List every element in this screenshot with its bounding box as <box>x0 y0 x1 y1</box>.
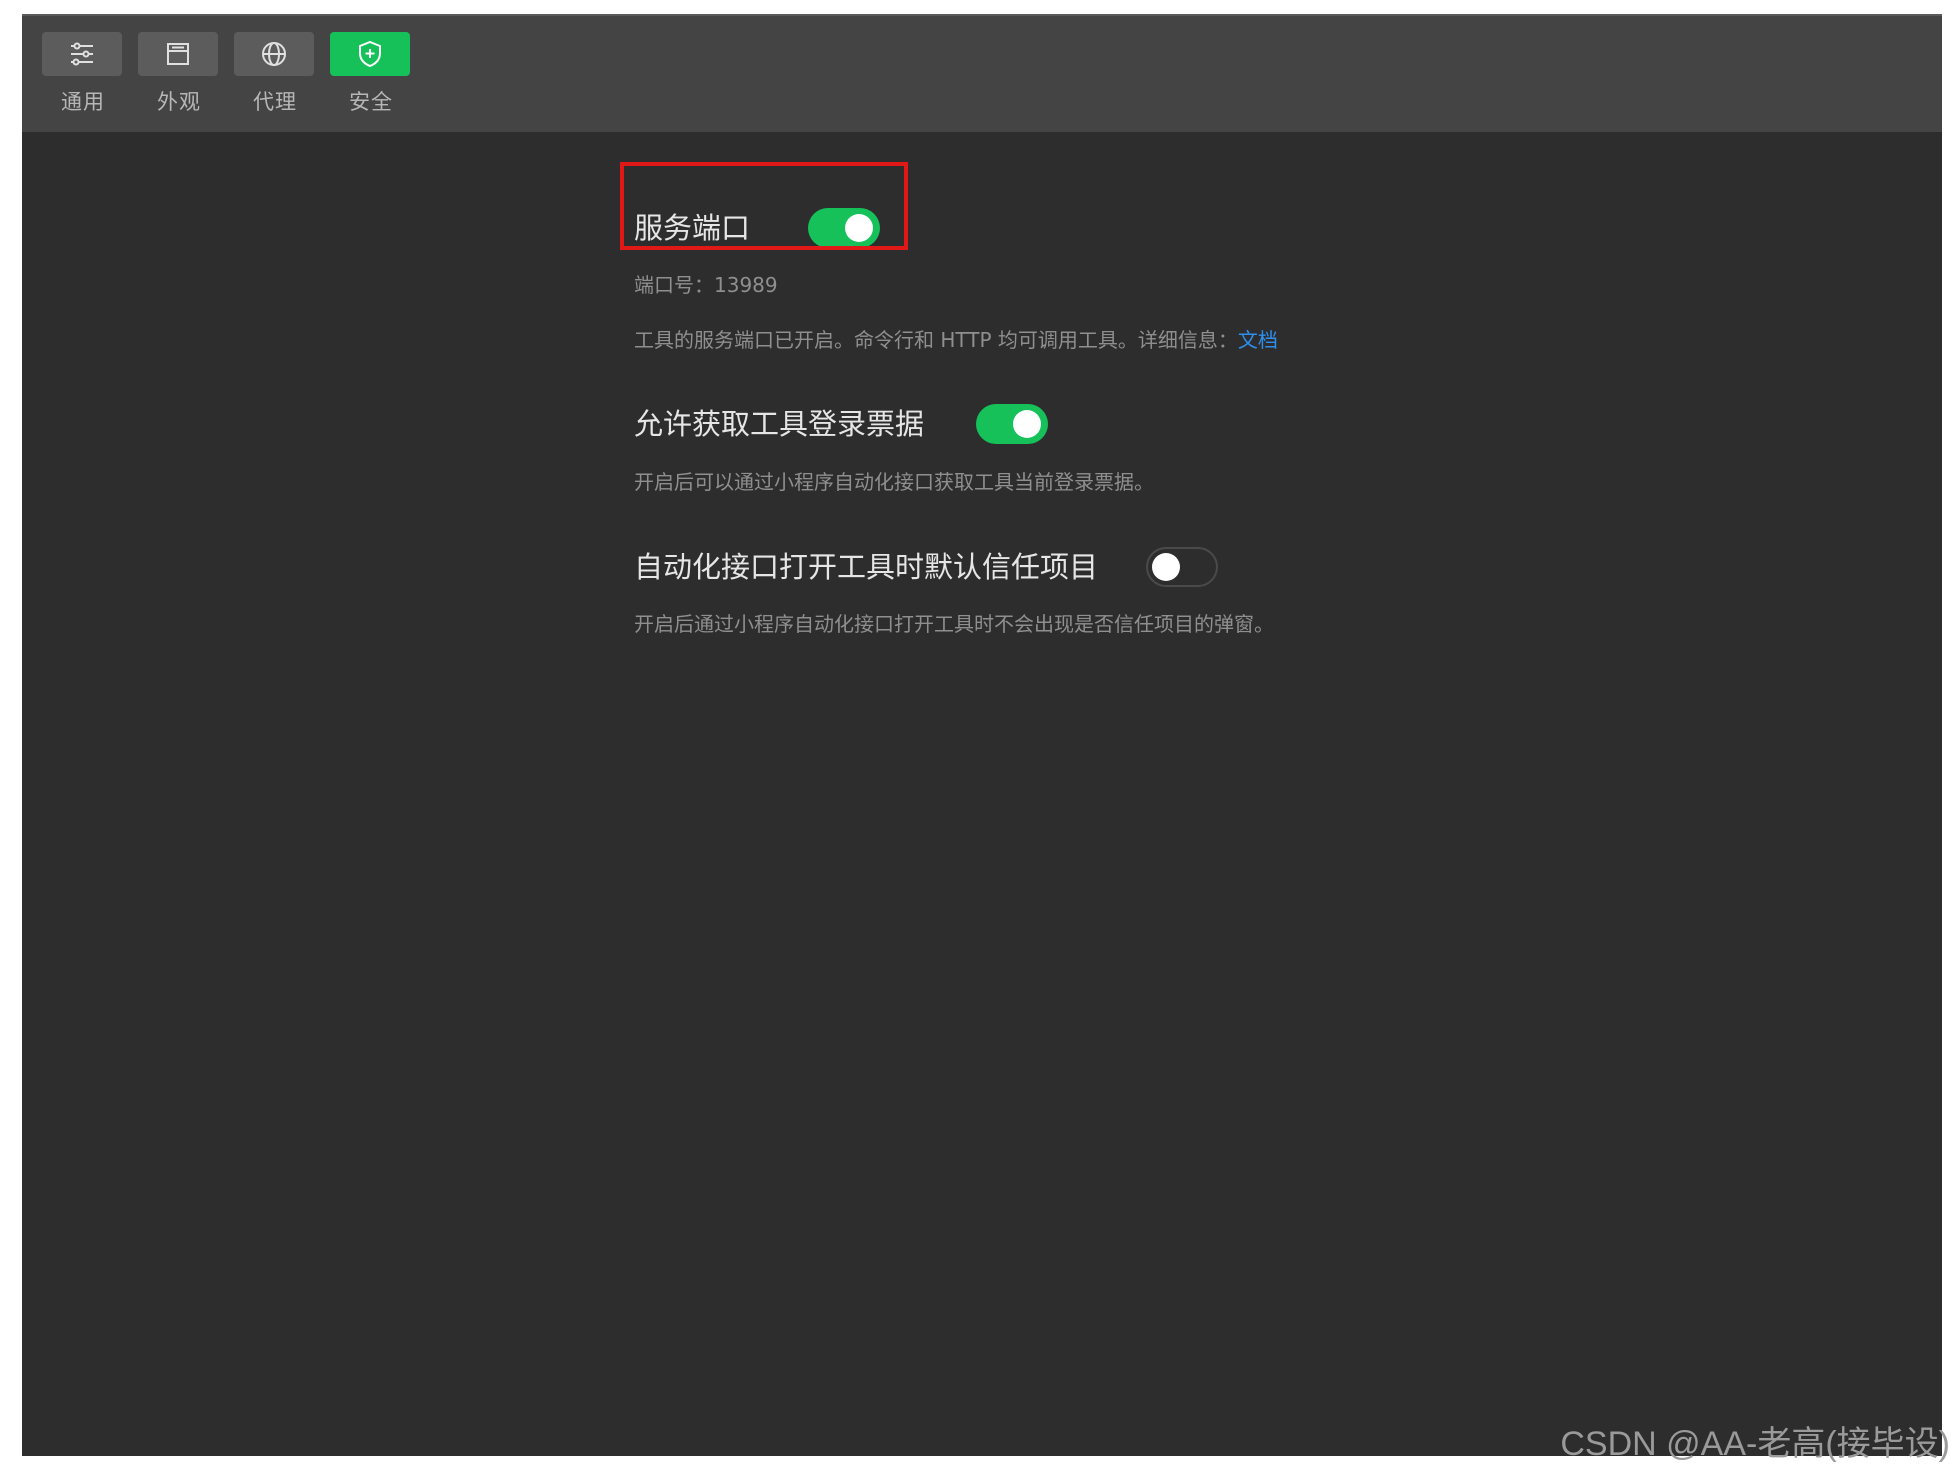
tab-appearance[interactable]: 外观 <box>138 32 220 128</box>
service-port-description-text: 工具的服务端口已开启。命令行和 HTTP 均可调用工具。详细信息： <box>634 328 1238 352</box>
toggle-knob <box>1152 553 1180 581</box>
settings-toolbar: 通用 外观 代理 安全 <box>22 14 1942 132</box>
tab-proxy[interactable]: 代理 <box>234 32 316 128</box>
shield-icon <box>359 40 381 68</box>
settings-window: 通用 外观 代理 安全 服务端口 端口号：13989 工具的服务端口已开启。命令… <box>22 14 1942 1456</box>
window-icon <box>167 43 189 65</box>
tab-general[interactable]: 通用 <box>42 32 124 128</box>
highlight-box <box>620 162 908 250</box>
auto-trust-project-title: 自动化接口打开工具时默认信任项目 <box>634 550 1099 584</box>
tab-appearance-label: 外观 <box>157 90 201 114</box>
watermark: CSDN @AA-老高(接毕设) <box>1560 1425 1950 1463</box>
toggle-knob <box>1013 410 1041 438</box>
tab-appearance-icon-box <box>138 32 218 76</box>
allow-login-ticket-title: 允许获取工具登录票据 <box>634 407 925 441</box>
tab-security[interactable]: 安全 <box>330 32 412 128</box>
tab-proxy-label: 代理 <box>253 90 297 114</box>
globe-icon <box>262 42 286 66</box>
service-port-description: 工具的服务端口已开启。命令行和 HTTP 均可调用工具。详细信息：文档 <box>634 327 1278 353</box>
service-port-number: 端口号：13989 <box>634 273 778 297</box>
tab-general-icon-box <box>42 32 122 76</box>
allow-login-ticket-toggle[interactable] <box>976 404 1048 444</box>
docs-link[interactable]: 文档 <box>1238 328 1278 352</box>
auto-trust-project-description: 开启后通过小程序自动化接口打开工具时不会出现是否信任项目的弹窗。 <box>634 612 1274 636</box>
tab-security-label: 安全 <box>349 90 393 114</box>
auto-trust-project-toggle[interactable] <box>1146 547 1218 587</box>
tab-general-label: 通用 <box>61 90 105 114</box>
tab-security-icon-box <box>330 32 410 76</box>
tab-proxy-icon-box <box>234 32 314 76</box>
allow-login-ticket-description: 开启后可以通过小程序自动化接口获取工具当前登录票据。 <box>634 470 1154 494</box>
sliders-icon <box>71 42 93 66</box>
